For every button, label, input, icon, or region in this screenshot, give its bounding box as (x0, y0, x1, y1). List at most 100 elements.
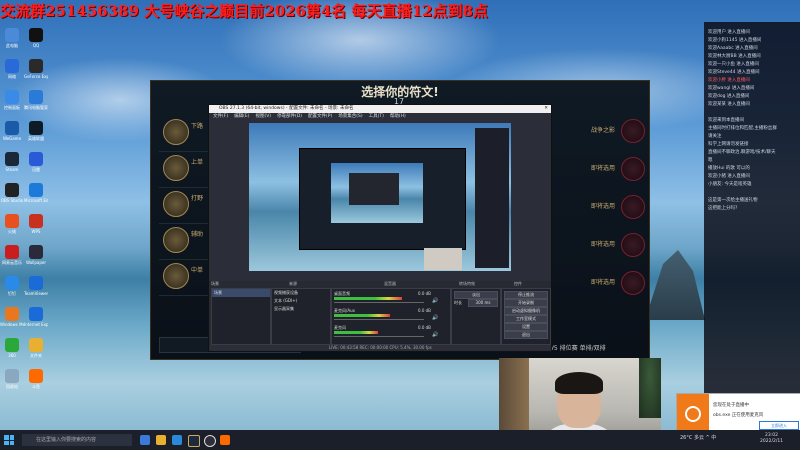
obs-control-button[interactable]: 停止推流 (504, 291, 548, 299)
transition-select[interactable]: 淡出 (454, 291, 498, 299)
champion-role: 辅助 (191, 231, 204, 238)
webcam-plant (639, 358, 661, 418)
system-tray[interactable]: 26°C 多云 ^ 中 (680, 434, 716, 441)
task-view-icon[interactable] (140, 435, 150, 445)
nested-preview-level3 (349, 173, 399, 205)
desktop-icon[interactable]: 此电脑 (0, 28, 24, 58)
desktop-icon-label: 文件夹 (30, 353, 42, 358)
mixer-header: 混音器 (384, 281, 396, 286)
duration-input[interactable]: 300 ms (468, 299, 498, 307)
obs-menu-item[interactable]: 场景集合(S) (338, 114, 362, 119)
obs-menu-item[interactable]: 停靠部件(D) (277, 114, 302, 119)
desktop-icon-label: 此电脑 (6, 43, 18, 48)
edge-icon[interactable] (172, 435, 182, 445)
enemy-champion-slot: 即将选用 (583, 155, 645, 191)
app-icon (29, 369, 43, 383)
volume-meter (334, 314, 390, 317)
desktop-icon[interactable]: Wallpaper (24, 245, 48, 275)
desktop-icon[interactable]: 腾讯电脑管家 (24, 90, 48, 120)
volume-meter (334, 331, 378, 334)
enemy-champion-slot: 战争之影 (583, 117, 645, 153)
speaker-icon[interactable]: 🔊 (432, 332, 438, 338)
taskbar-clock[interactable]: 23:02 2022/2/11 (760, 433, 783, 445)
desktop-icon[interactable]: Steam (0, 152, 24, 182)
desktop-icon[interactable]: Microsoft Edge (24, 183, 48, 213)
desktop-icon[interactable]: 英雄联盟 (24, 121, 48, 151)
desktop-icon[interactable]: 网易云音乐 (0, 245, 24, 275)
chat-message: 嗯 (708, 158, 713, 163)
preview-webcam (424, 248, 462, 270)
desktop-icon[interactable]: 360 (0, 338, 24, 368)
enemy-champion-slot: 即将选用 (583, 269, 645, 305)
chat-message: 欢迎林大厨BB 进入直播间 (708, 54, 761, 59)
desktop-icon-label: 英雄联盟 (28, 136, 44, 141)
obs-menu-item[interactable]: 帮助(H) (390, 114, 406, 119)
desktop-icon[interactable]: Internet Explorer (24, 307, 48, 337)
chat-message: 欢迎来到本直播间 (708, 118, 744, 123)
source-item[interactable]: 视频捕获设备 (272, 289, 330, 297)
scenes-header: 场景 (211, 281, 219, 286)
chat-message (704, 188, 800, 196)
obs-control-button[interactable]: 设置 (504, 323, 548, 331)
desktop-icon[interactable]: 火绒 (0, 214, 24, 244)
desktop-icon[interactable]: 控制面板 (0, 90, 24, 120)
desktop-icon[interactable]: 回收站 (0, 369, 24, 399)
taskbar-search-input[interactable]: 在这里输入你要搜索的内容 (22, 434, 132, 446)
obs-menu-item[interactable]: 文件(F) (213, 114, 228, 119)
desktop-icon[interactable]: QQ (24, 28, 48, 58)
obs-control-button[interactable]: 工作室模式 (504, 315, 548, 323)
desktop-icon[interactable]: 网络 (0, 59, 24, 89)
desktop-icon[interactable]: 斗鱼 (24, 369, 48, 399)
scene-item[interactable]: 场景 (212, 289, 270, 297)
mixer-panel: 桌面音频 0.0 dB 🔊 麦克风/Aux 0.0 dB 🔊 麦克风 0.0 dB 🔊 (331, 288, 451, 345)
obs-control-button[interactable]: 开始录制 (504, 299, 548, 307)
app-icon (29, 276, 43, 290)
obs-control-button[interactable]: 启动虚拟摄像机 (504, 307, 548, 315)
obs-preview[interactable] (249, 123, 511, 271)
desktop-icon[interactable]: WPS (24, 214, 48, 244)
champion-portrait (163, 263, 189, 289)
lol-taskbar-icon[interactable] (188, 435, 200, 447)
volume-slider[interactable] (334, 336, 424, 337)
douyu-taskbar-icon[interactable] (220, 435, 230, 445)
obs-menu-item[interactable]: 配置文件(P) (308, 114, 332, 119)
speaker-icon[interactable]: 🔊 (432, 315, 438, 321)
obs-title-text: OBS 27.1.3 (64-bit, windows) - 配置文件: 未命名… (219, 106, 354, 111)
obs-control-button[interactable]: 退出 (504, 331, 548, 339)
obs-menu-item[interactable]: 编辑(E) (234, 114, 249, 119)
desktop-icon[interactable]: 钉钉 (0, 276, 24, 306)
desktop-icon-label: Internet Explorer (24, 322, 48, 327)
source-item[interactable]: 显示器采集 (272, 305, 330, 313)
obs-taskbar-icon[interactable] (204, 435, 216, 447)
volume-slider[interactable] (334, 302, 424, 303)
obs-menu-item[interactable]: 视图(V) (255, 114, 271, 119)
app-icon (5, 121, 19, 135)
chat-message: 欢迎dog 进入直播间 (708, 94, 750, 99)
app-icon (5, 338, 19, 352)
enemy-portrait (621, 233, 645, 257)
obs-window[interactable]: OBS 27.1.3 (64-bit, windows) - 配置文件: 未命名… (208, 104, 552, 352)
close-icon[interactable]: ✕ (544, 105, 548, 113)
notification-button[interactable]: 立即进入 (759, 421, 799, 430)
desktop-icon[interactable]: 文件夹 (24, 338, 48, 368)
file-explorer-icon[interactable] (156, 435, 166, 445)
desktop-icon[interactable]: Windows Media Player (0, 307, 24, 337)
speaker-icon[interactable]: 🔊 (432, 298, 438, 304)
source-item[interactable]: 文本 (GDI+) (272, 297, 330, 305)
volume-slider[interactable] (334, 319, 424, 320)
desktop-icon[interactable]: WeGame (0, 121, 24, 151)
windows-start-icon[interactable] (4, 435, 14, 445)
transitions-panel: 淡出 时长 300 ms (451, 288, 501, 345)
desktop-icon[interactable]: GeForce Experience (24, 59, 48, 89)
obs-titlebar[interactable]: OBS 27.1.3 (64-bit, windows) - 配置文件: 未命名… (209, 105, 551, 113)
enemy-portrait (621, 157, 645, 181)
desktop-icon[interactable]: TeamViewer (24, 276, 48, 306)
champion-portrait (163, 155, 189, 181)
desktop-icon[interactable]: OBS Studio (0, 183, 24, 213)
notification-line1: 您现在处于直播中 (713, 403, 749, 408)
queue-type-label: 排位赛 单排/双排 (559, 345, 606, 352)
desktop-icon-label: Steam (5, 167, 19, 172)
app-icon (5, 59, 19, 73)
obs-menu-item[interactable]: 工具(T) (369, 114, 384, 119)
desktop-icon[interactable]: 迅雷 (24, 152, 48, 182)
